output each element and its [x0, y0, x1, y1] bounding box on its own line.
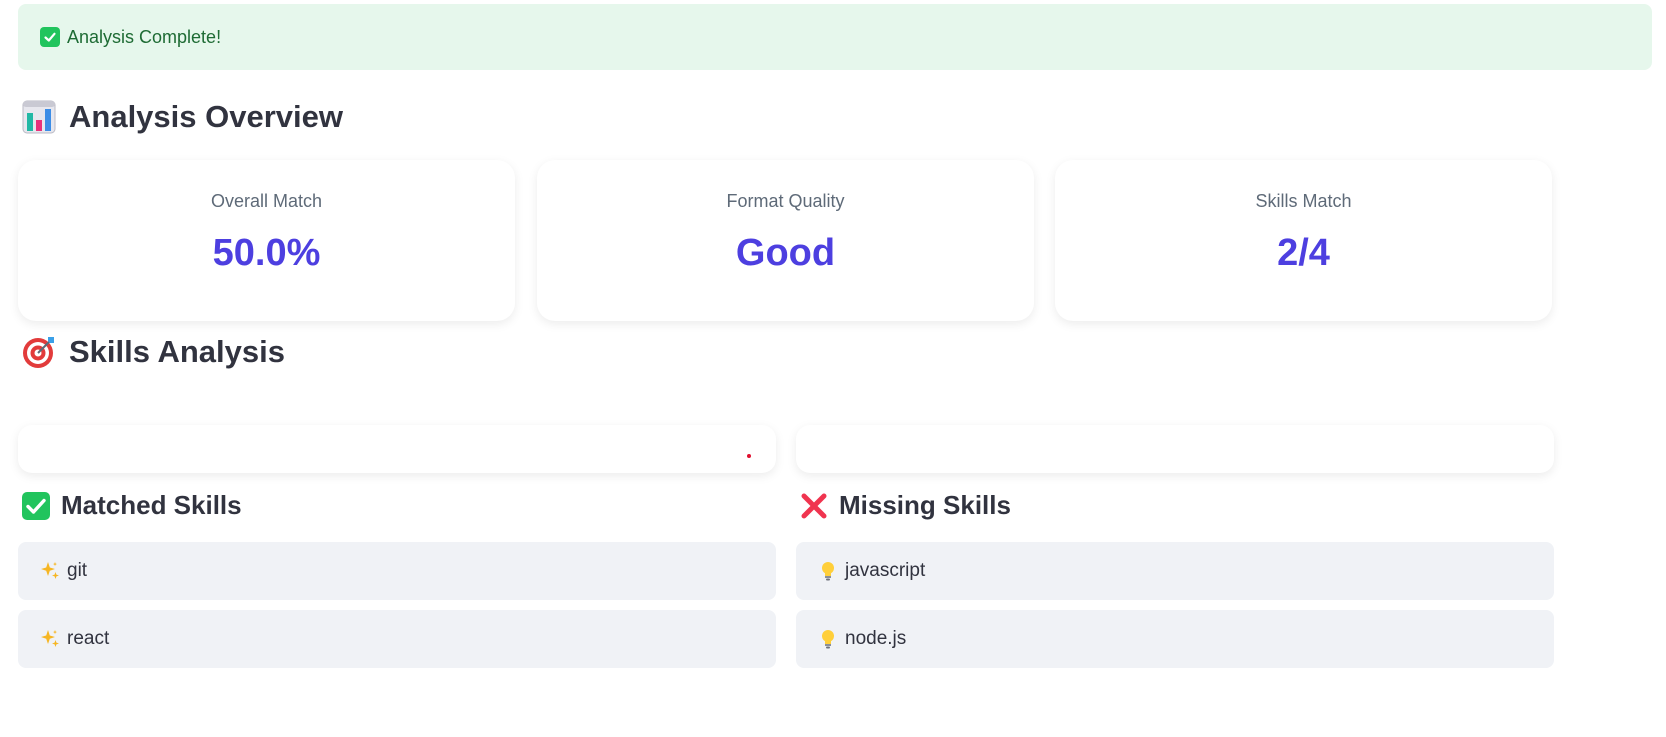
metric-value: Good: [735, 232, 836, 274]
matched-chart-container: [18, 425, 776, 473]
success-alert: Analysis Complete!: [18, 4, 1652, 70]
bar-chart-icon: [22, 100, 56, 134]
missing-skill-item: javascript: [796, 542, 1554, 600]
missing-skill-item: node.js: [796, 610, 1554, 668]
overview-heading: Analysis Overview: [22, 99, 343, 135]
sparkles-icon: [39, 628, 61, 650]
skill-name: react: [67, 628, 110, 649]
alert-text: Analysis Complete!: [67, 26, 222, 47]
skills-heading: Skills Analysis: [22, 334, 285, 370]
missing-skills-heading: Missing Skills: [800, 490, 1011, 521]
check-mark-icon: [40, 27, 60, 47]
matched-skills-title: Matched Skills: [61, 490, 242, 520]
metric-label: Skills Match: [1255, 191, 1352, 211]
skill-name: git: [67, 560, 88, 581]
direct-hit-target-icon: [23, 337, 54, 368]
metric-value: 2/4: [1277, 232, 1330, 274]
analysis-page: Analysis Complete! Analysis Overview Ove…: [0, 0, 1666, 737]
chart-dot: [747, 454, 751, 458]
sparkles-icon: [39, 560, 61, 582]
skills-title: Skills Analysis: [69, 334, 285, 369]
metric-label: Overall Match: [210, 191, 323, 211]
check-mark-button-icon: [22, 491, 50, 520]
light-bulb-icon: [817, 560, 839, 582]
missing-chart-container: [796, 425, 1554, 473]
metric-card-skills-match: Skills Match 2/4: [1055, 160, 1552, 321]
metric-label: Format Quality: [726, 191, 845, 211]
skill-name: node.js: [845, 628, 907, 649]
matched-skill-item: git: [18, 542, 776, 600]
cross-mark-icon: [800, 492, 828, 520]
skill-name: javascript: [845, 560, 926, 581]
matched-skill-item: react: [18, 610, 776, 668]
missing-skills-title: Missing Skills: [839, 490, 1011, 520]
metric-card-format-quality: Format Quality Good: [537, 160, 1034, 321]
light-bulb-icon: [817, 628, 839, 650]
metric-card-overall-match: Overall Match 50.0%: [18, 160, 515, 321]
overview-title: Analysis Overview: [69, 99, 343, 134]
matched-skills-heading: Matched Skills: [22, 490, 242, 521]
metric-value: 50.0%: [212, 232, 321, 274]
